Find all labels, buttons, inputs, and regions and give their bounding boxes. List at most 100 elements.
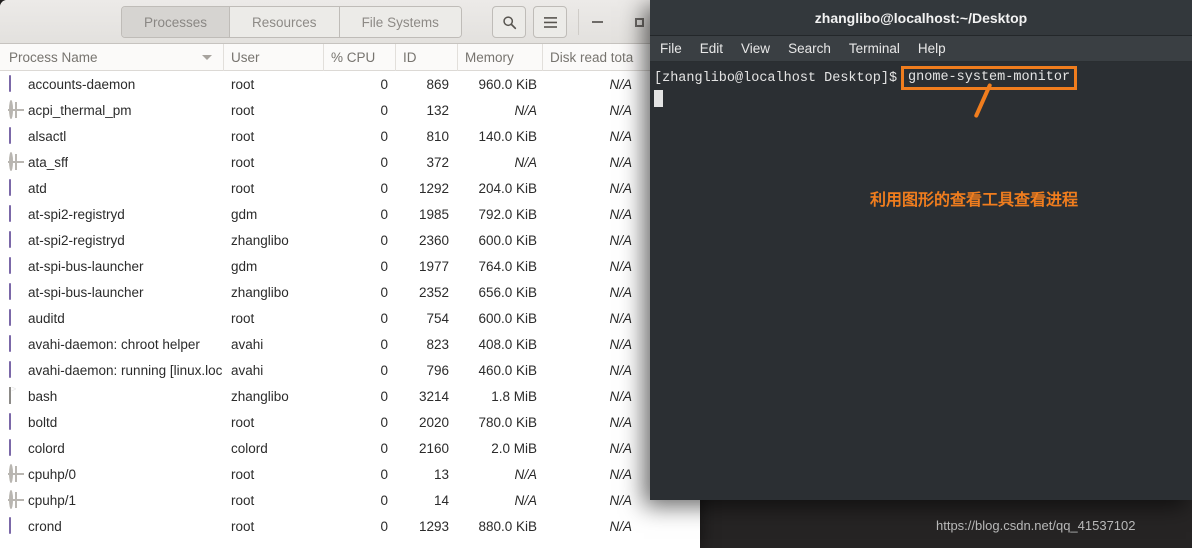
shell-prompt: [zhanglibo@localhost Desktop]$ xyxy=(654,70,898,86)
cell-process-name: avahi-daemon: running [linux.loc xyxy=(0,357,224,383)
table-row[interactable]: colord colord 0 2160 2.0 MiB N/A xyxy=(0,435,700,461)
cell-id: 810 xyxy=(426,128,449,144)
cell-disk-read-total: N/A xyxy=(609,310,632,326)
cell-disk-read-total: N/A xyxy=(609,284,632,300)
terminal-menubar: File Edit View Search Terminal Help xyxy=(650,36,1192,62)
column-header-id[interactable]: ID xyxy=(396,43,458,71)
menu-view[interactable]: View xyxy=(741,41,770,56)
cell-cpu: 0 xyxy=(380,258,388,274)
process-executable-icon xyxy=(8,205,24,222)
table-row[interactable]: boltd root 0 2020 780.0 KiB N/A xyxy=(0,409,700,435)
process-kernel-thread-icon xyxy=(8,490,24,509)
cell-process-name: avahi-daemon: chroot helper xyxy=(0,331,224,357)
cell-process-name: atd xyxy=(0,175,224,201)
cell-process-name: crond xyxy=(0,513,224,539)
tab-processes[interactable]: Processes xyxy=(122,7,231,37)
table-row[interactable]: at-spi2-registryd zhanglibo 0 2360 600.0 KiB… xyxy=(0,227,700,253)
process-name-label: at-spi2-registryd xyxy=(28,232,125,248)
table-row[interactable]: cpuhp/0 root 0 13 N/A N/A xyxy=(0,461,700,487)
table-row[interactable]: at-spi-bus-launcher gdm 0 1977 764.0 KiB N/A xyxy=(0,253,700,279)
minimize-button[interactable] xyxy=(585,10,609,34)
process-executable-icon xyxy=(8,517,24,534)
table-row[interactable]: at-spi2-registryd gdm 0 1985 792.0 KiB N/A xyxy=(0,201,700,227)
cell-memory: 780.0 KiB xyxy=(478,414,537,430)
cell-cpu: 0 xyxy=(380,466,388,482)
cell-user: zhanglibo xyxy=(231,284,289,300)
terminal-titlebar: zhanglibo@localhost:~/Desktop xyxy=(650,0,1192,36)
process-name-label: at-spi2-registryd xyxy=(28,206,125,222)
terminal-cursor xyxy=(654,90,663,107)
process-executable-icon xyxy=(8,75,24,92)
menu-terminal[interactable]: Terminal xyxy=(849,41,900,56)
search-button[interactable] xyxy=(492,6,526,38)
cell-cpu: 0 xyxy=(380,310,388,326)
cell-cpu: 0 xyxy=(380,336,388,352)
cell-disk-read-total: N/A xyxy=(609,180,632,196)
process-executable-icon xyxy=(8,335,24,352)
cell-id: 372 xyxy=(426,154,449,170)
process-name-label: colord xyxy=(28,440,65,456)
terminal-output-area[interactable]: [zhanglibo@localhost Desktop]$ gnome-sys… xyxy=(650,62,1192,500)
table-row[interactable]: avahi-daemon: running [linux.loc avahi 0 79… xyxy=(0,357,700,383)
cell-cpu: 0 xyxy=(380,76,388,92)
cell-memory: 792.0 KiB xyxy=(478,206,537,222)
table-row[interactable]: atd root 0 1292 204.0 KiB N/A xyxy=(0,175,700,201)
process-name-label: atd xyxy=(28,180,47,196)
tab-file-systems[interactable]: File Systems xyxy=(339,7,461,37)
cell-memory: 2.0 MiB xyxy=(491,440,537,456)
cell-id: 869 xyxy=(426,76,449,92)
column-header-memory[interactable]: Memory xyxy=(458,43,543,71)
maximize-button[interactable] xyxy=(627,10,651,34)
cell-id: 2160 xyxy=(418,440,449,456)
cell-id: 14 xyxy=(433,492,449,508)
tab-resources[interactable]: Resources xyxy=(230,7,340,37)
cell-process-name: accounts-daemon xyxy=(0,71,224,97)
table-row[interactable]: crond root 0 1293 880.0 KiB N/A xyxy=(0,513,700,539)
column-header-process-name[interactable]: Process Name xyxy=(0,43,224,71)
menu-search[interactable]: Search xyxy=(788,41,831,56)
table-row[interactable]: ata_sff root 0 372 N/A N/A xyxy=(0,149,700,175)
cell-memory: 140.0 KiB xyxy=(478,128,537,144)
cell-memory: 408.0 KiB xyxy=(478,336,537,352)
hamburger-menu-icon xyxy=(543,16,557,28)
process-name-label: auditd xyxy=(28,310,65,326)
app-menu-button[interactable] xyxy=(533,6,567,38)
cell-disk-read-total: N/A xyxy=(609,362,632,378)
table-row[interactable]: acpi_thermal_pm root 0 132 N/A N/A xyxy=(0,97,700,123)
table-row[interactable]: cpuhp/1 root 0 14 N/A N/A xyxy=(0,487,700,513)
cell-process-name: bash xyxy=(0,383,224,409)
table-row[interactable]: alsactl root 0 810 140.0 KiB N/A xyxy=(0,123,700,149)
table-row[interactable]: avahi-daemon: chroot helper avahi 0 823 408.… xyxy=(0,331,700,357)
sort-descending-icon xyxy=(202,54,212,60)
cell-process-name: cpuhp/1 xyxy=(0,487,224,513)
cell-disk-read-total: N/A xyxy=(609,492,632,508)
cell-id: 754 xyxy=(426,310,449,326)
cell-memory: 600.0 KiB xyxy=(478,232,537,248)
cell-user: root xyxy=(231,76,255,92)
process-name-label: crond xyxy=(28,518,62,534)
cell-id: 1293 xyxy=(418,518,449,534)
cell-memory: 460.0 KiB xyxy=(478,362,537,378)
table-row[interactable]: auditd root 0 754 600.0 KiB N/A xyxy=(0,305,700,331)
menu-edit[interactable]: Edit xyxy=(700,41,723,56)
table-row[interactable]: bash zhanglibo 0 3214 1.8 MiB N/A xyxy=(0,383,700,409)
column-header-user[interactable]: User xyxy=(224,43,324,71)
menu-file[interactable]: File xyxy=(660,41,682,56)
cell-user: gdm xyxy=(231,206,258,222)
table-row[interactable]: at-spi-bus-launcher zhanglibo 0 2352 656.0 K… xyxy=(0,279,700,305)
cell-cpu: 0 xyxy=(380,232,388,248)
cell-id: 3214 xyxy=(418,388,449,404)
cell-process-name: ata_sff xyxy=(0,149,224,175)
cell-cpu: 0 xyxy=(380,284,388,300)
cell-user: root xyxy=(231,518,255,534)
process-list[interactable]: accounts-daemon root 0 869 960.0 KiB N/A acpi_… xyxy=(0,71,700,539)
process-name-label: avahi-daemon: running [linux.loc xyxy=(28,362,223,378)
column-header-disk-read-total[interactable]: Disk read tota xyxy=(543,43,656,71)
table-row[interactable]: accounts-daemon root 0 869 960.0 KiB N/A xyxy=(0,71,700,97)
cell-disk-read-total: N/A xyxy=(609,232,632,248)
process-name-label: bash xyxy=(28,388,58,404)
process-name-label: acpi_thermal_pm xyxy=(28,102,132,118)
system-monitor-window: Processes Resources File Systems Process… xyxy=(0,0,700,548)
column-header-cpu[interactable]: % CPU xyxy=(324,43,396,71)
menu-help[interactable]: Help xyxy=(918,41,946,56)
